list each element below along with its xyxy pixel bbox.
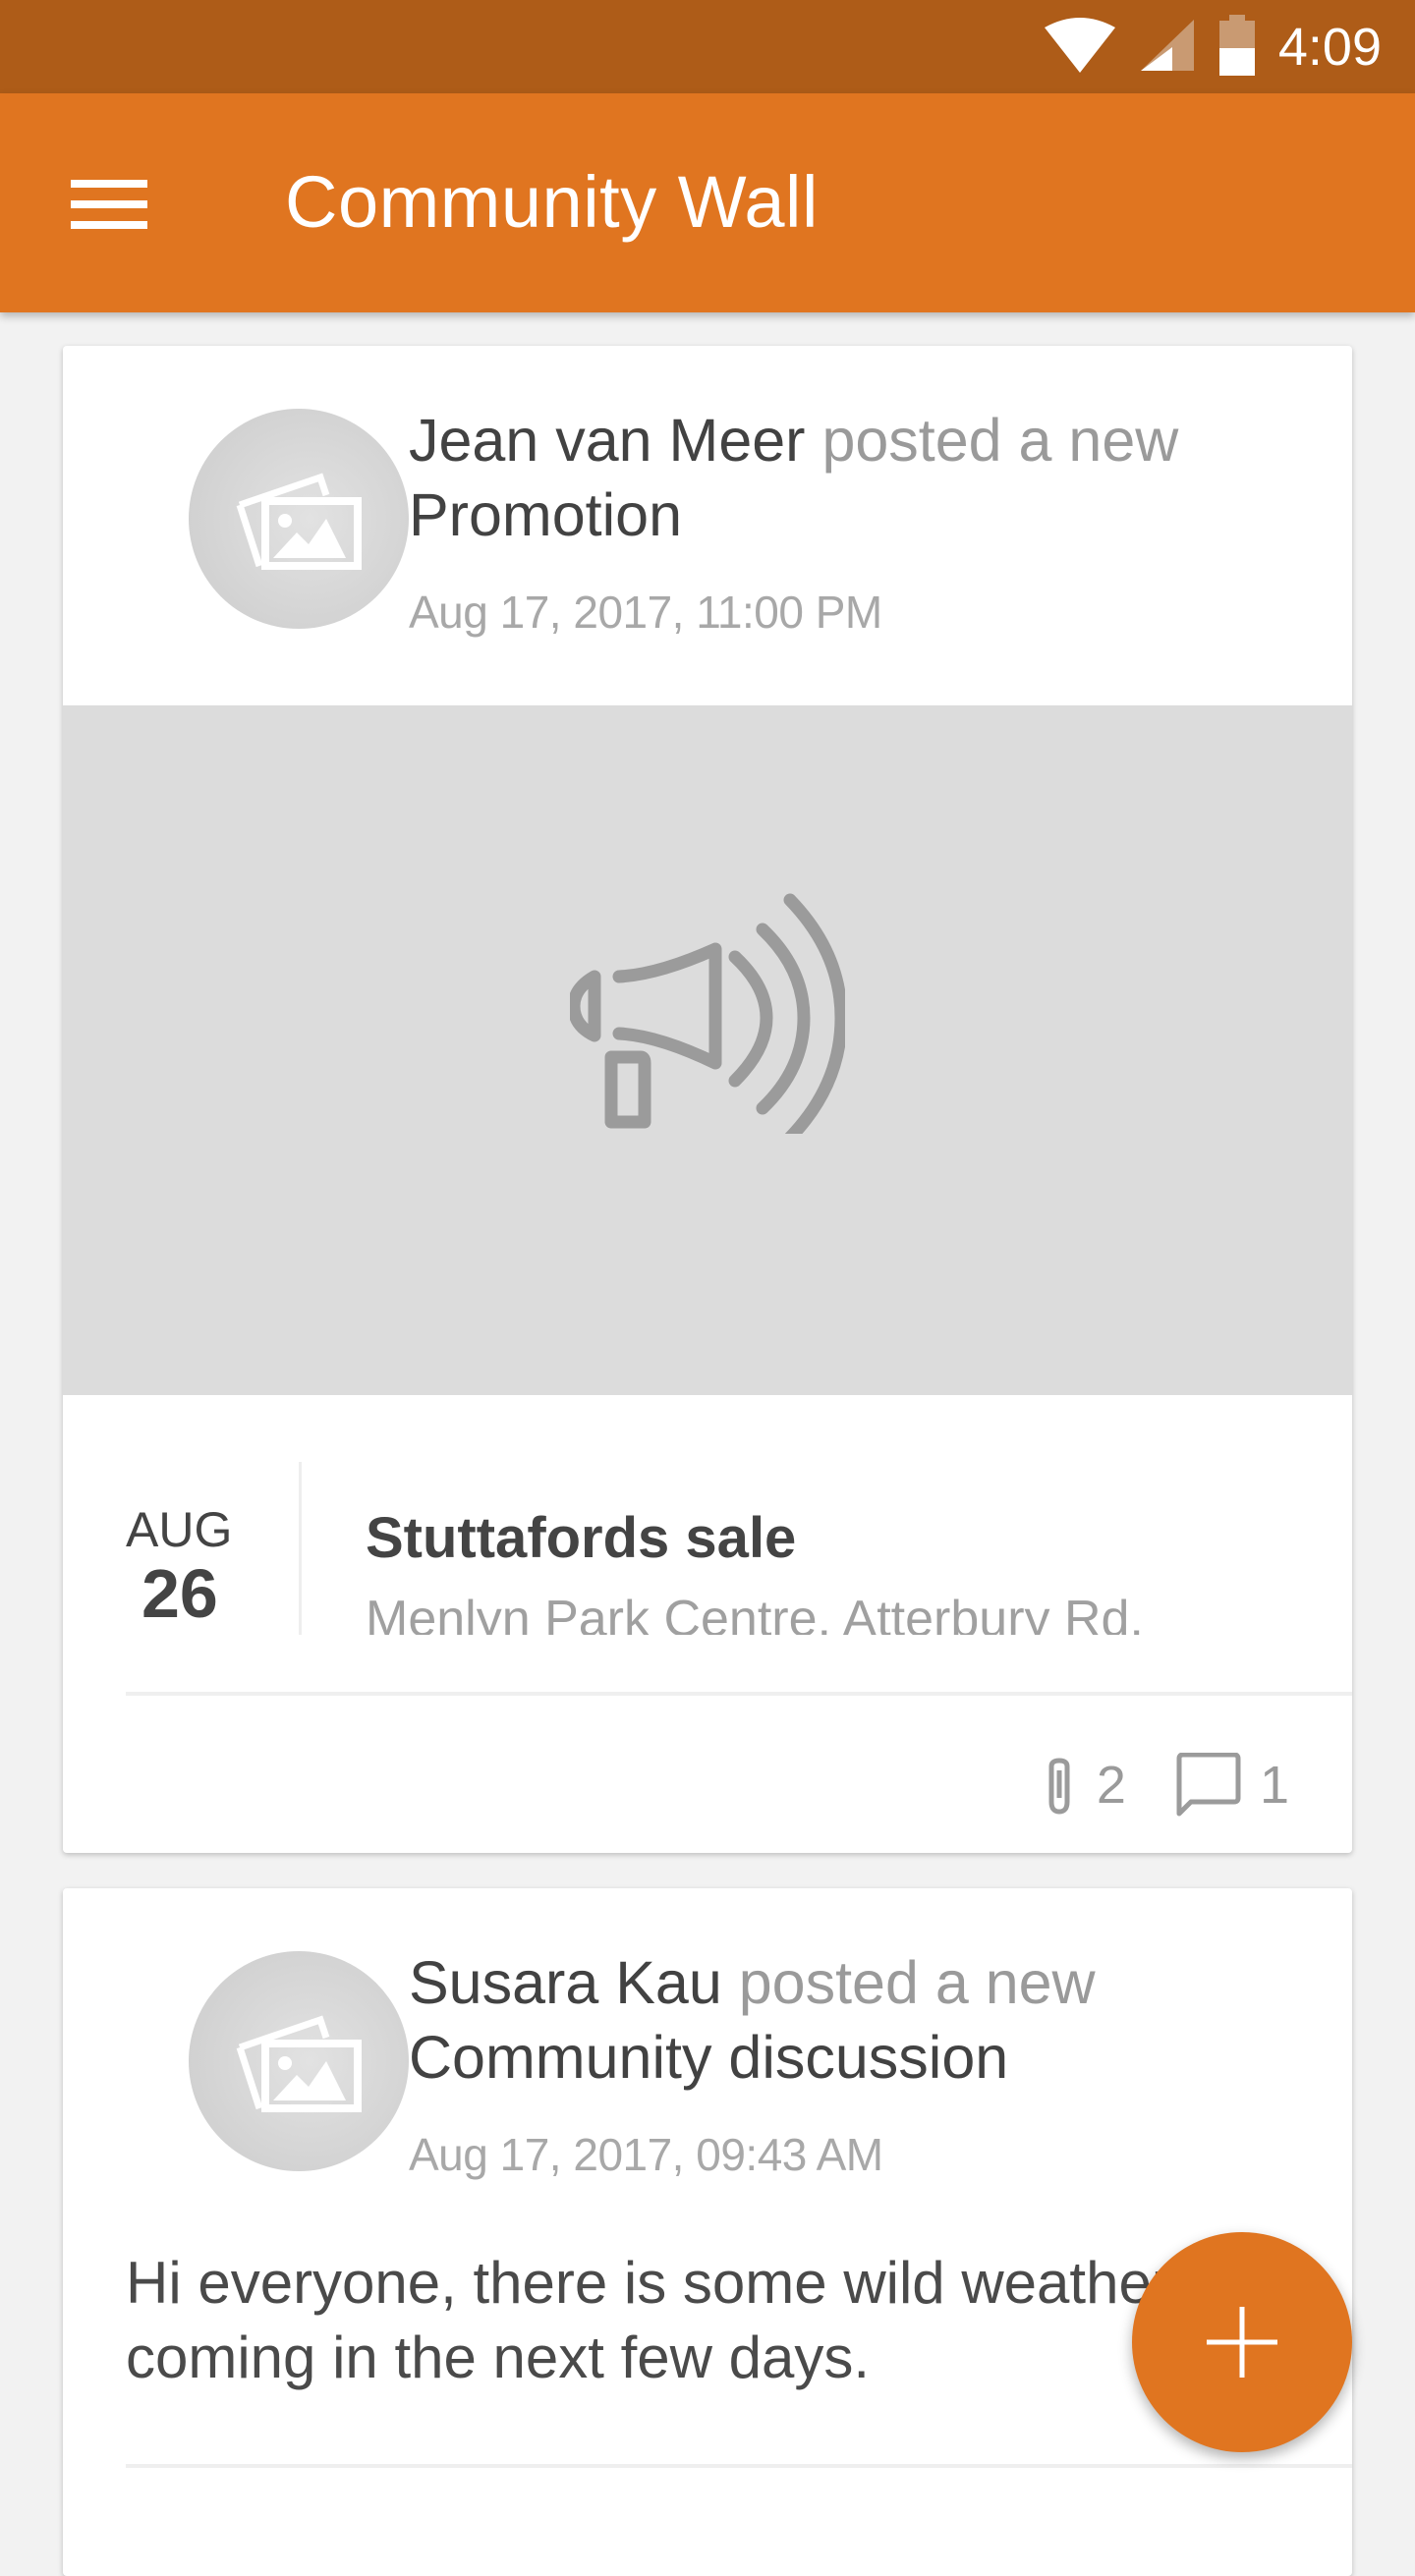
plus-icon	[1207, 2307, 1277, 2378]
megaphone-icon	[570, 893, 845, 1134]
post-card[interactable]: Susara Kau posted a new Community discus…	[63, 1888, 1352, 2576]
post-body: Hi everyone, there is some wild weather …	[126, 2250, 1171, 2390]
hamburger-menu-icon[interactable]	[71, 180, 147, 229]
divider	[126, 2464, 1352, 2468]
post-header: Jean van Meer posted a new Promotion	[409, 403, 1274, 552]
post-verb: posted a new	[738, 1949, 1096, 2016]
page-title: Community Wall	[285, 161, 819, 243]
battery-icon	[1217, 14, 1257, 81]
comments-button[interactable]: 1	[1175, 1753, 1289, 1818]
author-name[interactable]: Jean van Meer	[409, 407, 806, 474]
divider	[126, 1692, 1352, 1696]
post-timestamp: Aug 17, 2017, 09:43 AM	[409, 2129, 883, 2180]
avatar[interactable]	[189, 409, 409, 629]
status-icons: 4:09	[1043, 14, 1382, 81]
event-title: Stuttafords sale	[366, 1506, 797, 1570]
post-type: Community discussion	[409, 2024, 1009, 2091]
cell-signal-icon	[1139, 18, 1196, 78]
image-placeholder-icon	[236, 2015, 362, 2112]
clock: 4:09	[1277, 18, 1382, 77]
date-divider	[299, 1462, 302, 1635]
comment-icon	[1176, 1753, 1241, 1817]
attachments-count: 2	[1096, 1756, 1126, 1815]
post-header: Susara Kau posted a new Community discus…	[409, 1945, 1274, 2095]
image-placeholder-icon	[236, 473, 362, 570]
post-timestamp: Aug 17, 2017, 11:00 PM	[409, 587, 882, 638]
post-type: Promotion	[409, 481, 683, 548]
wifi-icon	[1043, 17, 1117, 78]
add-post-button[interactable]	[1132, 2232, 1352, 2452]
event-month: AUG	[126, 1502, 233, 1557]
post-card[interactable]: Jean van Meer posted a new Promotion Aug…	[63, 346, 1352, 1853]
post-verb: posted a new	[821, 407, 1179, 474]
paperclip-icon	[1048, 1758, 1070, 1815]
event-address: Menlyn Park Centre, Atterbury Rd, Menlyn…	[366, 1582, 1309, 1635]
status-bar: 4:09	[0, 0, 1415, 93]
avatar[interactable]	[189, 1951, 409, 2171]
event-day: 26	[142, 1555, 218, 1632]
post-actions: 2 1	[1040, 1731, 1289, 1839]
address-line-1: Menlyn Park Centre, Atterbury Rd,	[366, 1591, 1144, 1635]
app-bar: Community Wall	[0, 93, 1415, 312]
comments-count: 1	[1259, 1756, 1289, 1815]
attachments-button[interactable]: 2	[1040, 1753, 1126, 1818]
author-name[interactable]: Susara Kau	[409, 1949, 722, 2016]
promotion-image[interactable]	[63, 705, 1352, 1395]
event-details[interactable]: AUG 26 Stuttafords sale Menlyn Park Cent…	[63, 1395, 1352, 1690]
